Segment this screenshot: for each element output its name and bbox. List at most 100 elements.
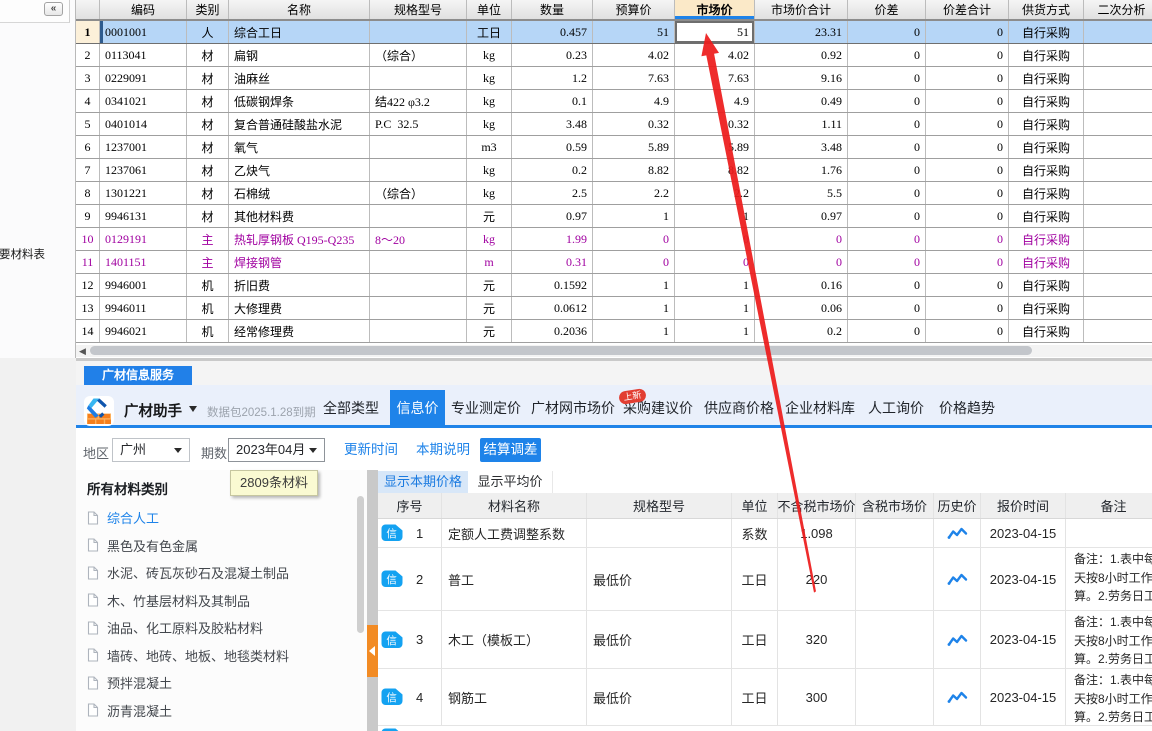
cell-budget[interactable]: 0 [593,228,675,250]
period-note-button[interactable]: 本期说明 [415,438,471,462]
cell-unit[interactable]: kg [467,90,512,112]
sidebar-item-1[interactable]: 黑色及有色金属 [76,532,367,560]
cell-market_total[interactable]: 0.92 [755,44,848,66]
cell-qty[interactable]: 0.59 [512,136,593,158]
cell-diff_total[interactable]: 0 [926,205,1009,227]
cell-date[interactable]: 2023-04-15 [981,519,1066,547]
cell-qty[interactable]: 2.5 [512,182,593,204]
period-select[interactable]: 2023年04月 [228,438,325,462]
region-select[interactable]: 广州 [112,438,190,462]
cell-market[interactable]: 0 [675,228,755,250]
cell-code[interactable]: 0113041 [100,44,187,66]
cell-supply[interactable]: 自行采购 [1009,159,1084,181]
cell-date[interactable]: 2023-04-15 [981,548,1066,610]
nav-item-2[interactable]: 专业测定价 [451,390,521,427]
cell-name[interactable]: 复合普通硅酸盐水泥 [229,113,370,135]
cell-diff_total[interactable]: 0 [926,159,1009,181]
cell-cat[interactable]: 机 [187,274,229,296]
cell-spec[interactable] [370,274,467,296]
cell-budget[interactable]: 0.32 [593,113,675,135]
nav-item-3[interactable]: 广材网市场价 [531,390,615,427]
detail-table-row[interactable]: 信 1 定额人工费调整系数 系数 1.098 2023-04-15 [378,519,1152,548]
cell-market_total[interactable]: 0 [755,228,848,250]
cell-price[interactable]: 320 [778,611,856,668]
cell-unit[interactable]: 工日 [732,548,778,610]
table-row[interactable]: 7 1237061 材乙炔气 kg 0.2 8.82 8.82 1.76 0 0 自行采购 [76,159,1152,182]
cell-market[interactable]: 1 [675,297,755,319]
nav-item-8[interactable]: 价格趋势 [939,390,995,427]
cell-diff_total[interactable]: 0 [926,274,1009,296]
top-col-analysis[interactable]: 二次分析 [1084,0,1152,19]
cell-price[interactable]: 300 [778,669,856,725]
cell-spec[interactable] [370,320,467,342]
cell-analysis[interactable] [1084,297,1152,319]
cell-spec[interactable]: P.C 32.5 [370,113,467,135]
cell-diff_total[interactable]: 0 [926,44,1009,66]
cell-diff[interactable]: 0 [848,136,926,158]
cell-budget[interactable]: 51 [593,21,675,43]
cell-market_total[interactable]: 3.48 [755,136,848,158]
detail-table-row[interactable]: 信2普工最低价工日2202023-04-15备注：1.表中每工日天按8小时工作时… [378,548,1152,611]
sidebar-item-2[interactable]: 水泥、砖瓦灰砂石及混凝土制品 [76,559,367,587]
cell-market_total[interactable]: 0.97 [755,205,848,227]
cell-unit[interactable]: kg [467,113,512,135]
cell-supply[interactable]: 自行采购 [1009,205,1084,227]
cell-qty[interactable]: 3.48 [512,113,593,135]
detail-col-history[interactable]: 历史价 [934,493,981,518]
cell-budget[interactable]: 7.63 [593,67,675,89]
nav-item-4[interactable]: 上新 采购建议价 [618,387,693,427]
sidebar-item-3[interactable]: 木、竹基层材料及其制品 [76,587,367,615]
detail-col-tax_price[interactable]: 含税市场价 [856,493,934,518]
cell-diff_total[interactable]: 0 [926,67,1009,89]
cell-code[interactable]: 1237061 [100,159,187,181]
cell-budget[interactable]: 1 [593,320,675,342]
cell-num[interactable]: 11 [76,251,100,273]
cell-budget[interactable]: 2.2 [593,182,675,204]
cell-unit[interactable]: kg [467,44,512,66]
cell-diff_total[interactable]: 0 [926,228,1009,250]
cell-qty[interactable]: 0.31 [512,251,593,273]
cell-qty[interactable]: 0.1 [512,90,593,112]
cell-supply[interactable]: 自行采购 [1009,67,1084,89]
cell-diff_total[interactable]: 0 [926,113,1009,135]
cell-spec[interactable] [587,519,732,547]
cell-analysis[interactable] [1084,90,1152,112]
cell-name[interactable]: 扁钢 [229,44,370,66]
cell-spec[interactable] [370,21,467,43]
cell-tax_price[interactable] [856,519,934,547]
detail-col-date[interactable]: 报价时间 [981,493,1066,518]
cell-market_total[interactable]: 1.76 [755,159,848,181]
cell-unit[interactable]: 系数 [732,519,778,547]
cell-name[interactable]: 氧气 [229,136,370,158]
cell-spec[interactable] [370,159,467,181]
guangcai-logo-icon[interactable] [84,396,114,426]
top-col-code[interactable]: 编码 [100,0,187,19]
cell-analysis[interactable] [1084,182,1152,204]
top-col-cat[interactable]: 类别 [187,0,229,19]
top-col-market_total[interactable]: 市场价合计 [755,0,848,19]
cell-name[interactable]: 综合工日 [229,21,370,43]
sidebar-item-5[interactable]: 墙砖、地砖、地板、地毯类材料 [76,642,367,670]
cell-analysis[interactable] [1084,136,1152,158]
cell-no[interactable]: 信3 [378,611,442,668]
cell-spec[interactable]: （综合） [370,44,467,66]
cell-spec[interactable] [370,251,467,273]
cell-price[interactable]: 1.098 [778,519,856,547]
cell-spec[interactable]: 最低价 [587,548,732,610]
cell-unit[interactable]: 元 [467,297,512,319]
cell-supply[interactable]: 自行采购 [1009,44,1084,66]
detail-col-name[interactable]: 材料名称 [442,493,587,518]
cell-supply[interactable]: 自行采购 [1009,228,1084,250]
cell-name[interactable]: 木工（模板工） [442,611,587,668]
cell-analysis[interactable] [1084,251,1152,273]
cell-budget[interactable]: 0 [593,251,675,273]
cell-price[interactable]: 220 [778,548,856,610]
sidebar-scrollbar-thumb[interactable] [357,496,364,633]
cell-market[interactable]: 4.02 [675,44,755,66]
cell-date[interactable]: 2023-04-15 [981,611,1066,668]
table-row[interactable]: 1 0001001 人综合工日 工日 0.457 51 51 23.31 0 0 自行采购 [76,21,1152,44]
cell-analysis[interactable] [1084,205,1152,227]
top-col-name[interactable]: 名称 [229,0,370,19]
cell-diff[interactable]: 0 [848,159,926,181]
cell-num[interactable]: 2 [76,44,100,66]
